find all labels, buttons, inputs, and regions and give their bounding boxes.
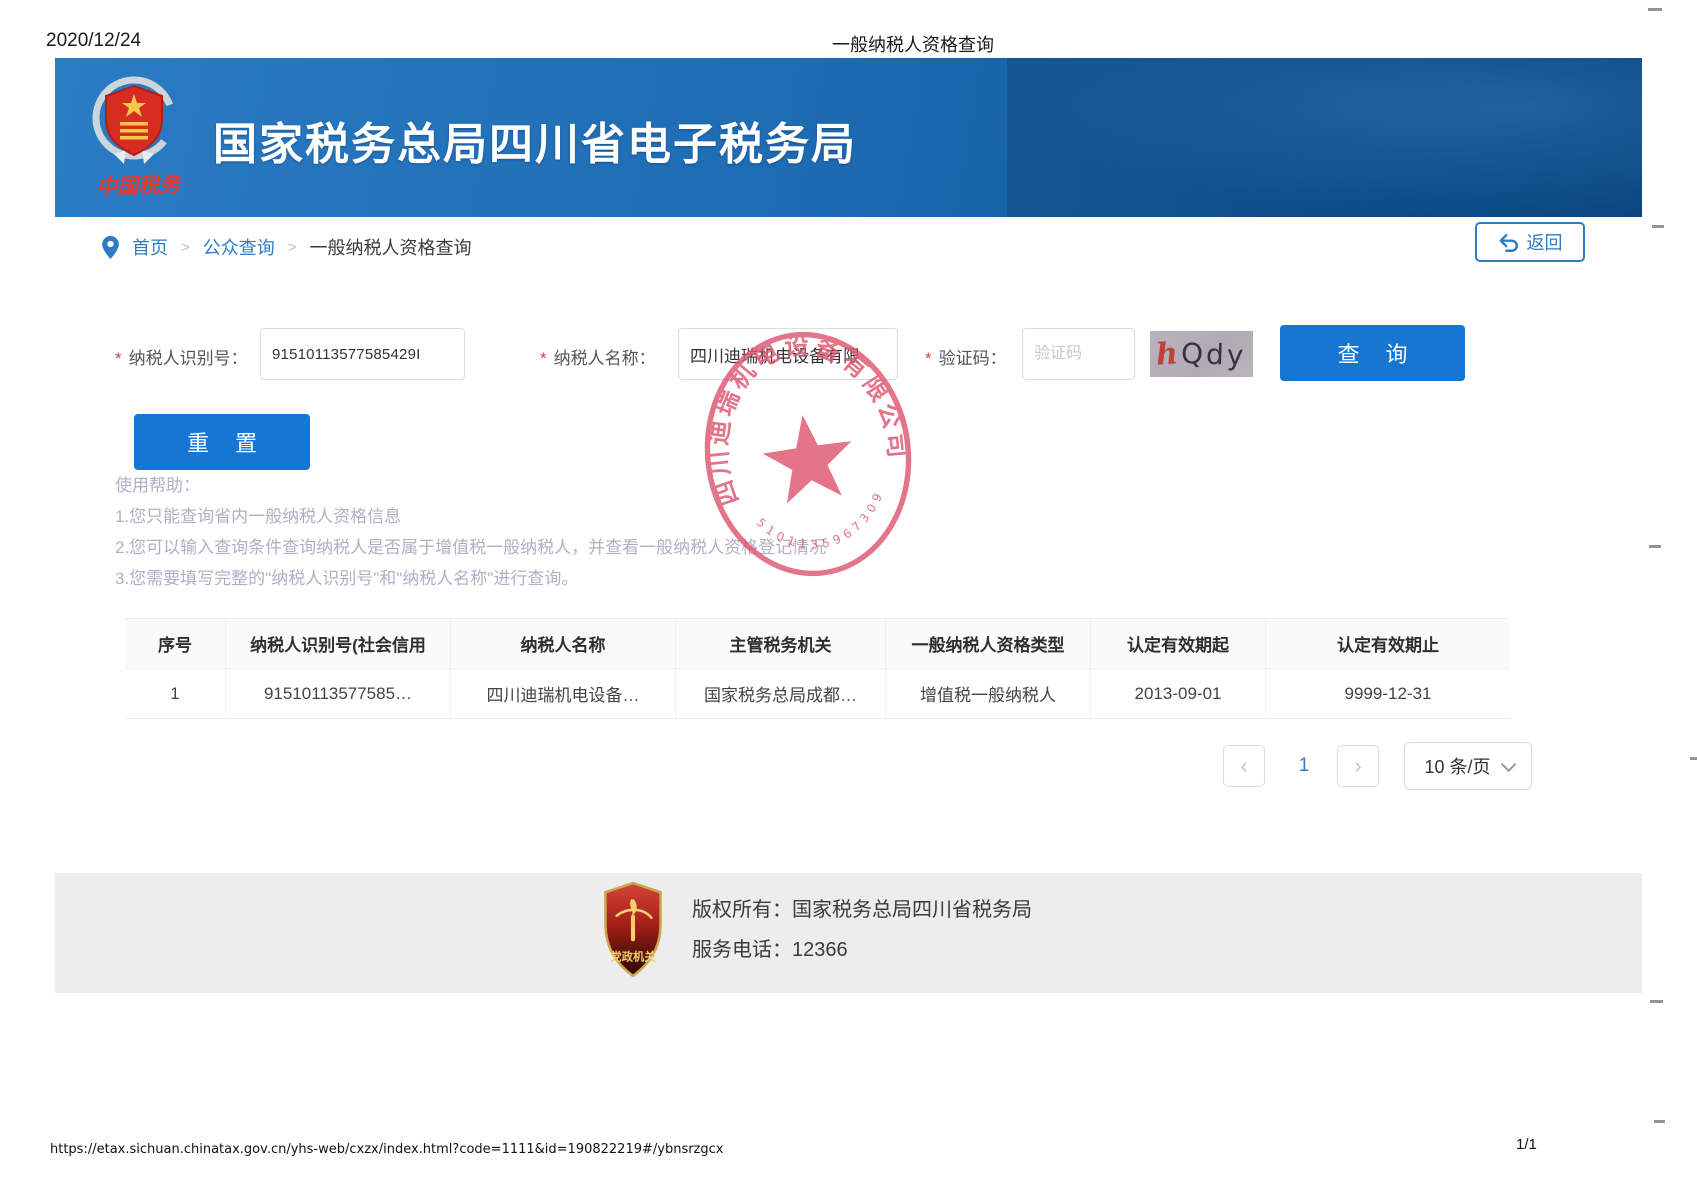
- required-mark: *: [115, 349, 122, 368]
- cell-tax-authority: 国家税务总局成都…: [675, 669, 885, 719]
- chevron-down-icon: [1500, 756, 1516, 772]
- breadcrumb-separator: >: [288, 239, 297, 256]
- scan-artifact: [1648, 8, 1662, 11]
- site-footer: 党政机关 版权所有：国家税务总局四川省税务局 服务电话：12366: [55, 873, 1642, 993]
- copyright-line: 版权所有：国家税务总局四川省税务局: [692, 890, 1032, 930]
- help-line-1: 1.您只能查询省内一般纳税人资格信息: [115, 501, 826, 532]
- col-header-tax-authority: 主管税务机关: [675, 619, 885, 669]
- scanned-page: 2020/12/24 一般纳税人资格查询 中国税务 国家税务总局四川省电子税务局…: [0, 0, 1697, 1200]
- print-date: 2020/12/24: [46, 30, 141, 52]
- banner-background-image: [1007, 58, 1642, 217]
- site-banner: 中国税务 国家税务总局四川省电子税务局: [55, 58, 1642, 217]
- taxpayer-id-label: *纳税人识别号：: [115, 344, 248, 369]
- page-number[interactable]: 1: [1283, 745, 1325, 787]
- reset-button[interactable]: 重 置: [134, 414, 310, 470]
- breadcrumb: 首页 > 公众查询 > 一般纳税人资格查询: [102, 234, 472, 260]
- col-header-qualification-type: 一般纳税人资格类型: [885, 619, 1090, 669]
- service-phone-line: 服务电话：12366: [692, 930, 1032, 970]
- cell-valid-from: 2013-09-01: [1090, 669, 1265, 719]
- cell-valid-to: 9999-12-31: [1265, 669, 1510, 719]
- col-header-taxpayer-name: 纳税人名称: [450, 619, 675, 669]
- col-header-valid-to: 认定有效期止: [1265, 619, 1510, 669]
- scan-artifact: [1650, 1000, 1663, 1003]
- breadcrumb-current: 一般纳税人资格查询: [310, 234, 472, 260]
- scan-artifact: [1652, 225, 1664, 228]
- query-button[interactable]: 查 询: [1280, 325, 1465, 381]
- breadcrumb-public-query[interactable]: 公众查询: [203, 234, 275, 260]
- back-button-label: 返回: [1527, 229, 1563, 255]
- footer-text: 版权所有：国家税务总局四川省税务局 服务电话：12366: [692, 890, 1032, 970]
- government-badge-icon: 党政机关: [600, 881, 666, 979]
- scan-artifact: [1654, 1120, 1665, 1123]
- cell-taxpayer-name: 四川迪瑞机电设备…: [450, 669, 675, 719]
- usage-help: 使用帮助： 1.您只能查询省内一般纳税人资格信息 2.您可以输入查询条件查询纳税…: [115, 470, 826, 594]
- breadcrumb-home[interactable]: 首页: [132, 234, 168, 260]
- breadcrumb-separator: >: [181, 239, 190, 256]
- captcha-text: Qdy: [1181, 336, 1248, 371]
- help-line-3: 3.您需要填写完整的"纳税人识别号"和"纳税人名称"进行查询。: [115, 563, 826, 594]
- help-title: 使用帮助：: [115, 470, 826, 501]
- table-header-row: 序号 纳税人识别号(社会信用 纳税人名称 主管税务机关 一般纳税人资格类型 认定…: [125, 619, 1510, 669]
- badge-label: 党政机关: [611, 950, 657, 964]
- captcha-label: *验证码：: [925, 344, 1007, 369]
- captcha-input[interactable]: [1022, 328, 1135, 380]
- results-table: 序号 纳税人识别号(社会信用 纳税人名称 主管税务机关 一般纳税人资格类型 认定…: [125, 618, 1510, 719]
- taxpayer-name-label: *纳税人名称：: [540, 344, 656, 369]
- help-line-2: 2.您可以输入查询条件查询纳税人是否属于增值税一般纳税人，并查看一般纳税人资格登…: [115, 532, 826, 563]
- cell-qualification-type: 增值税一般纳税人: [885, 669, 1090, 719]
- next-page-button[interactable]: ›: [1337, 745, 1379, 787]
- table-row: 1 91510113577585… 四川迪瑞机电设备… 国家税务总局成都… 增值…: [125, 669, 1510, 719]
- back-button[interactable]: 返回: [1475, 222, 1585, 262]
- breadcrumb-bar: 首页 > 公众查询 > 一般纳税人资格查询 返回: [55, 228, 1642, 270]
- site-title: 国家税务总局四川省电子税务局: [213, 108, 857, 172]
- page-size-select[interactable]: 10 条/页: [1404, 742, 1532, 790]
- required-mark: *: [540, 349, 547, 368]
- tax-bureau-emblem-icon: [83, 72, 185, 172]
- taxpayer-id-input[interactable]: [260, 328, 465, 380]
- taxpayer-name-input[interactable]: [678, 328, 898, 380]
- scan-artifact: [1649, 545, 1661, 548]
- col-header-valid-from: 认定有效期起: [1090, 619, 1265, 669]
- location-pin-icon: [102, 236, 119, 259]
- cell-index: 1: [125, 669, 225, 719]
- emblem-caption: 中国税务: [73, 168, 204, 203]
- col-header-taxpayer-id: 纳税人识别号(社会信用: [225, 619, 450, 669]
- captcha-text-red: h: [1155, 336, 1179, 372]
- print-page-title: 一般纳税人资格查询: [832, 31, 994, 57]
- scan-artifact: [1690, 757, 1697, 760]
- page-indicator: 1/1: [1516, 1136, 1537, 1153]
- return-arrow-icon: [1498, 233, 1520, 252]
- col-header-index: 序号: [125, 619, 225, 669]
- page-url: https://etax.sichuan.chinatax.gov.cn/yhs…: [50, 1142, 723, 1157]
- captcha-image[interactable]: h Qdy: [1150, 331, 1253, 377]
- required-mark: *: [925, 349, 932, 368]
- cell-taxpayer-id: 91510113577585…: [225, 669, 450, 719]
- page-size-value: 10 条/页: [1424, 753, 1490, 779]
- prev-page-button[interactable]: ‹: [1223, 745, 1265, 787]
